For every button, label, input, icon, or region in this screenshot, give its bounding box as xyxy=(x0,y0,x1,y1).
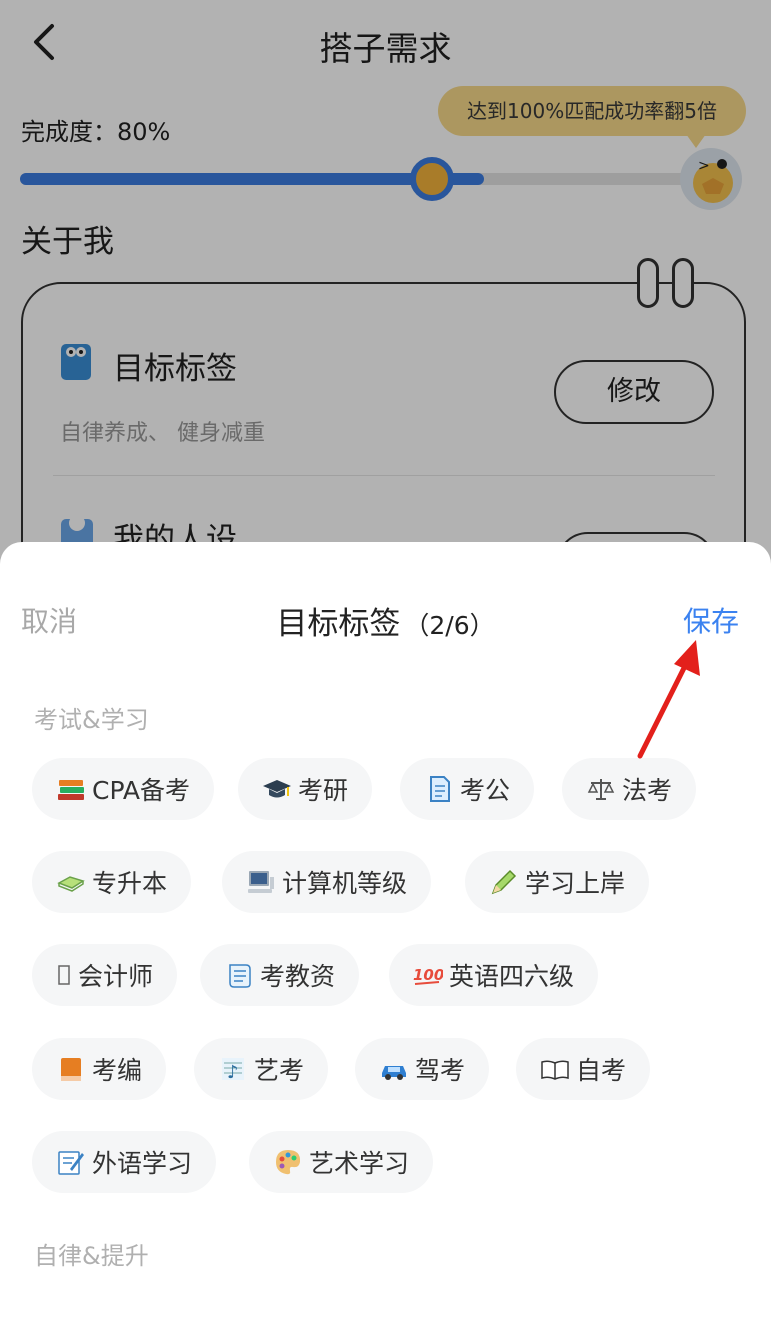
category-label-exam-study: 考试&学习 xyxy=(34,706,149,734)
tag-upgrade-degree[interactable]: 专升本 xyxy=(32,851,192,913)
tag-accountant[interactable]: 会计师 xyxy=(32,944,178,1006)
tag-computer-level[interactable]: 计算机等级 xyxy=(222,851,432,913)
document-icon xyxy=(430,776,450,802)
palette-icon xyxy=(276,1150,301,1175)
open-book-icon xyxy=(541,1060,569,1080)
music-score-icon: ♪ xyxy=(222,1058,244,1083)
tag-foreign-language[interactable]: 外语学习 xyxy=(32,1131,217,1193)
graduation-cap-icon xyxy=(263,780,291,798)
tag-cpa[interactable]: CPA备考 xyxy=(32,758,215,820)
tag-law-exam[interactable]: 法考 xyxy=(562,758,697,820)
tag-postgraduate-exam[interactable]: 考研 xyxy=(238,758,373,820)
svg-text:♪: ♪ xyxy=(227,1062,239,1083)
tag-art-exam[interactable]: ♪ 艺考 xyxy=(194,1038,329,1100)
scroll-icon xyxy=(229,964,251,988)
tag-self-study-exam[interactable]: 自考 xyxy=(516,1038,651,1100)
computer-icon xyxy=(248,871,274,893)
tag-teacher-certificate[interactable]: 考教资 xyxy=(200,944,360,1006)
books-icon xyxy=(58,780,84,800)
selection-count: （2/6） xyxy=(404,611,495,640)
tag-civil-staff-exam[interactable]: 考编 xyxy=(32,1038,167,1100)
tag-study-success[interactable]: 学习上岸 xyxy=(465,851,650,913)
book-orange-icon xyxy=(61,1058,81,1081)
missing-glyph-icon xyxy=(58,965,70,985)
scales-icon xyxy=(587,779,615,800)
tag-art-study[interactable]: 艺术学习 xyxy=(249,1131,434,1193)
car-icon xyxy=(382,1066,406,1080)
tag-cet-english[interactable]: 100 英语四六级 xyxy=(389,944,599,1006)
tag-civil-service-exam[interactable]: 考公 xyxy=(400,758,535,820)
category-label-self-discipline: 自律&提升 xyxy=(34,1242,149,1270)
book-green-icon xyxy=(57,876,85,892)
pencil-icon xyxy=(491,869,517,895)
hundred-points-icon: 100 xyxy=(413,966,443,985)
red-annotation-arrow-icon xyxy=(637,640,700,759)
sheet-title: 目标标签 xyxy=(276,606,401,642)
memo-icon xyxy=(58,1151,84,1175)
tag-driving-test[interactable]: 驾考 xyxy=(355,1038,490,1100)
